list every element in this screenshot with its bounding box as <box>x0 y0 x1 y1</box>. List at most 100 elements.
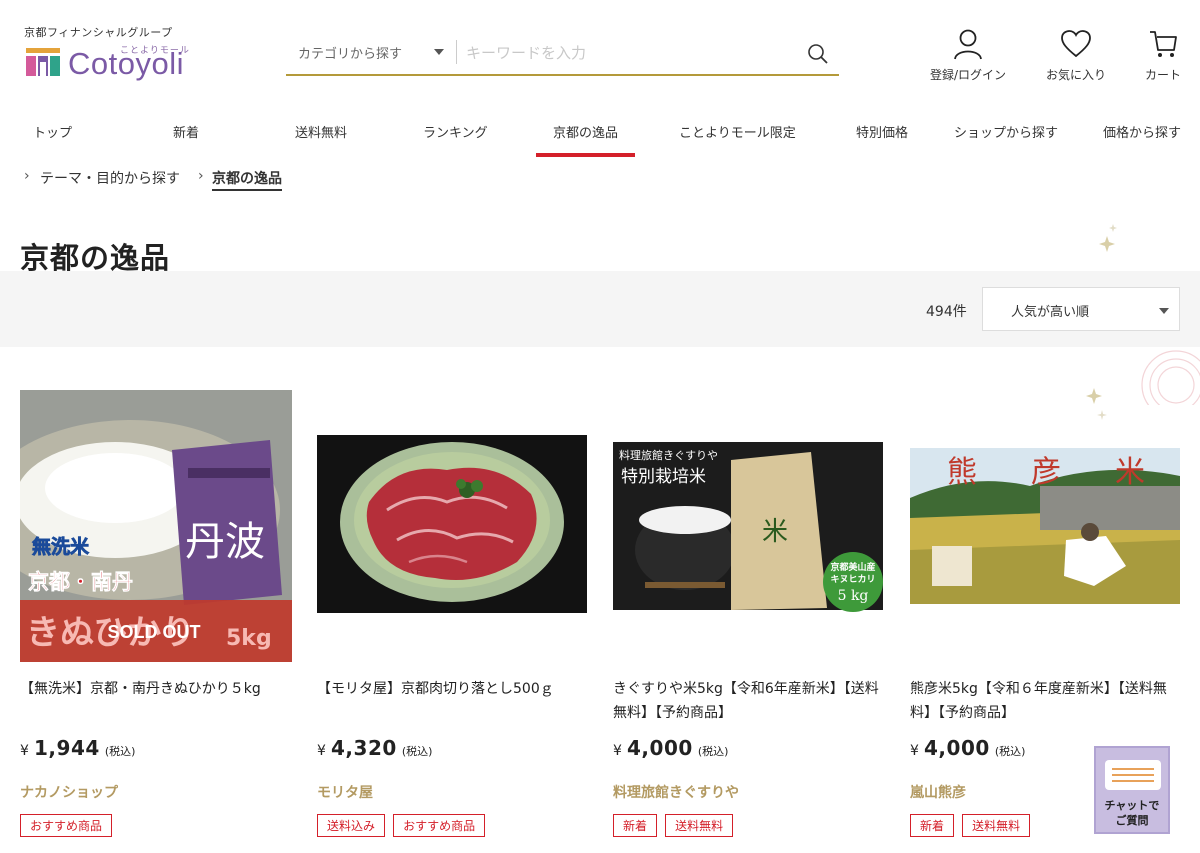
nav-item-kyoto[interactable]: 京都の逸品 <box>553 122 618 141</box>
nav-item-price[interactable]: 価格から探す <box>1103 122 1181 141</box>
breadcrumb-current: 京都の逸品 <box>212 168 282 191</box>
product-image[interactable]: 熊 彦 米 <box>910 390 1182 662</box>
svg-text:米: 米 <box>762 517 788 547</box>
main-nav: トップ 新着 送料無料 ランキング 京都の逸品 ことよりモール限定 特別価格 シ… <box>0 112 1200 158</box>
chat-line <box>1112 780 1154 782</box>
image-title-char: 彦 <box>1031 455 1061 490</box>
product-price: ¥ 4,000 (税込) <box>613 736 728 760</box>
cart-label: カート <box>1144 68 1181 82</box>
image-title-char: 米 <box>1115 455 1145 490</box>
chat-line <box>1112 768 1154 770</box>
image-brand-text: 特別栽培米 <box>621 467 706 487</box>
nav-item-free-shipping[interactable]: 送料無料 <box>295 122 347 141</box>
image-badge-text: キヌヒカリ <box>830 574 875 585</box>
shop-name[interactable]: 嵐山熊彦 <box>910 782 966 802</box>
product-image[interactable] <box>317 390 589 662</box>
product-price: ¥ 4,000 (税込) <box>910 736 1025 760</box>
shop-name[interactable]: モリタ屋 <box>317 782 373 802</box>
product-tags: 新着 送料無料 <box>613 814 736 837</box>
shop-name[interactable]: ナカノショップ <box>20 782 118 802</box>
logo-mark-icon <box>26 48 60 76</box>
search-input[interactable] <box>466 38 796 68</box>
nav-item-special-price[interactable]: 特別価格 <box>856 122 908 141</box>
nav-item-shops[interactable]: ショップから探す <box>954 122 1058 141</box>
price-value: 1,944 <box>34 736 100 760</box>
chat-bubble-icon <box>1105 760 1161 790</box>
user-icon <box>954 29 982 60</box>
cart-icon <box>1150 31 1177 57</box>
nav-active-indicator <box>536 153 635 157</box>
image-tag-text: 無洗米 <box>32 535 90 558</box>
caret-down-icon <box>1159 308 1169 314</box>
shop-name[interactable]: 料理旅館きぐすりや <box>613 782 739 802</box>
chat-label-line1: チャットで <box>1104 799 1160 812</box>
logo-wordmark: Cotoyoli <box>68 46 184 81</box>
favorites-label: お気に入り <box>1045 68 1106 82</box>
price-currency: ¥ <box>20 743 29 759</box>
logo-group-text: 京都フィナンシャルグループ <box>24 26 173 39</box>
product-tag: 送料無料 <box>962 814 1031 837</box>
category-select[interactable]: カテゴリから探す <box>298 43 402 62</box>
sort-select-value: 人気が高い順 <box>1011 305 1090 320</box>
price-tax: (税込) <box>401 745 433 758</box>
product-price: ¥ 1,944 (税込) <box>20 736 135 760</box>
results-toolbar: 494件 人気が高い順 <box>0 271 1200 347</box>
product-tag: おすすめ商品 <box>20 814 113 837</box>
product-name[interactable]: 熊彦米5kg【令和６年度産新米】【送料無料】【予約商品】 <box>910 677 1182 725</box>
bag-label-text: 丹波 <box>185 519 265 565</box>
login-link[interactable]: 登録/ログイン <box>924 28 1012 83</box>
sort-select[interactable]: 人気が高い順 <box>982 287 1180 331</box>
search-bar: カテゴリから探す <box>286 34 839 76</box>
price-tax: (税込) <box>994 745 1026 758</box>
image-tag-text: 京都・南丹 <box>28 570 133 594</box>
product-tags: 新着 送料無料 <box>910 814 1033 837</box>
product-name[interactable]: 【モリタ屋】京都肉切り落とし500ｇ <box>317 677 589 701</box>
price-currency: ¥ <box>910 743 919 759</box>
search-divider <box>456 40 457 64</box>
product-tag: 送料込み <box>317 814 386 837</box>
price-tax: (税込) <box>104 745 136 758</box>
product-tag: おすすめ商品 <box>393 814 486 837</box>
breadcrumb-item-theme[interactable]: テーマ・目的から探す <box>40 168 180 188</box>
chat-button[interactable]: チャットで ご質問 <box>1094 746 1170 834</box>
chat-line <box>1112 774 1154 776</box>
product-name[interactable]: 【無洗米】京都・南丹きぬひかり５kg <box>20 677 292 701</box>
price-currency: ¥ <box>613 743 622 759</box>
nav-item-new[interactable]: 新着 <box>173 122 199 141</box>
login-label: 登録/ログイン <box>929 68 1007 82</box>
heart-icon <box>1061 30 1091 58</box>
search-icon[interactable] <box>806 42 830 66</box>
product-tags: 送料込み おすすめ商品 <box>317 814 488 837</box>
image-badge-weight: 5 kg <box>838 588 869 604</box>
price-value: 4,000 <box>924 736 990 760</box>
nav-item-mall-limited[interactable]: ことよりモール限定 <box>679 122 796 141</box>
cart-link[interactable]: カート <box>1138 28 1188 83</box>
product-price: ¥ 4,320 (税込) <box>317 736 432 760</box>
nav-item-ranking[interactable]: ランキング <box>423 122 488 141</box>
price-tax: (税込) <box>697 745 729 758</box>
product-image[interactable]: 料理旅館きぐすりや 特別栽培米 米 京都美山産 キヌヒカリ 5 kg <box>613 390 885 662</box>
price-currency: ¥ <box>317 743 326 759</box>
image-top-text: 料理旅館きぐすりや <box>619 448 718 462</box>
image-title-char: 熊 <box>947 455 977 490</box>
sold-out-label: SOLD OUT <box>108 622 201 642</box>
image-band-weight: 5kg <box>226 626 272 651</box>
image-badge-text: 京都美山産 <box>830 561 875 573</box>
site-logo[interactable]: 京都フィナンシャルグループ ことよりモール Cotoyoli <box>24 24 214 84</box>
product-name[interactable]: きぐすりや米5kg【令和6年産新米】【送料無料】【予約商品】 <box>613 677 885 725</box>
chat-label-line2: ご質問 <box>1115 814 1149 827</box>
price-value: 4,000 <box>627 736 693 760</box>
product-image[interactable]: 丹波 無洗米 京都・南丹 きぬひかり 5kg SOLD OUT <box>20 390 292 662</box>
nav-item-top[interactable]: トップ <box>33 122 72 141</box>
product-tag: 新着 <box>910 814 955 837</box>
caret-down-icon[interactable] <box>434 49 444 55</box>
chat-label: チャットで ご質問 <box>1096 798 1168 828</box>
sparkle-decoration-icon <box>1099 224 1117 252</box>
favorites-link[interactable]: お気に入り <box>1040 28 1112 83</box>
price-value: 4,320 <box>331 736 397 760</box>
product-tag: 送料無料 <box>665 814 734 837</box>
chevron-right-icon: › <box>24 168 30 184</box>
site-header: 京都フィナンシャルグループ ことよりモール Cotoyoli カテゴリから探す … <box>0 0 1200 110</box>
result-count: 494件 <box>926 304 967 320</box>
chevron-right-icon: › <box>198 168 204 184</box>
